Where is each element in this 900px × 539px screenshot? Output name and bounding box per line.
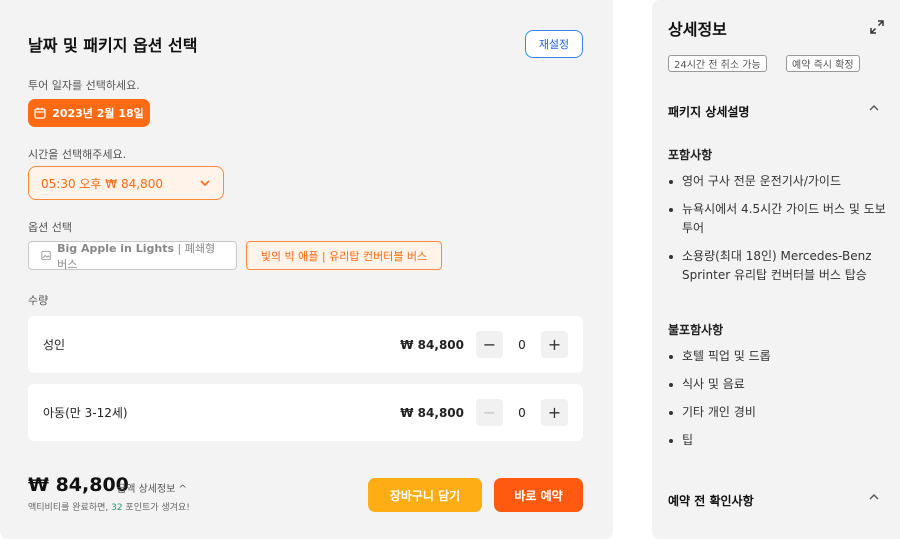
date-picker-button[interactable]: 2023년 2월 18일 — [28, 99, 150, 127]
package-heading[interactable]: 패키지 상세설명 — [668, 103, 749, 120]
points-post: 포인트가 생겨요! — [122, 503, 190, 513]
increment-button[interactable]: + — [541, 399, 568, 426]
calendar-icon — [34, 107, 46, 119]
list-item: 팁 — [668, 431, 886, 450]
option-convertible-bus[interactable]: 빛의 빅 애플 | 유리탑 컨버터블 버스 — [246, 241, 442, 270]
date-value: 2023년 2월 18일 — [52, 107, 144, 120]
increment-button[interactable]: + — [541, 331, 568, 358]
total-price: ₩ 84,800 — [28, 474, 129, 496]
decrement-button[interactable]: − — [476, 399, 503, 426]
decrement-button[interactable]: − — [476, 331, 503, 358]
list-item: 영어 구사 전문 운전기사/가이드 — [668, 172, 886, 191]
ticket-price: ₩ 84,800 — [400, 337, 464, 352]
section-title: 날짜 및 패키지 옵션 선택 — [28, 36, 198, 55]
qty-row-child: 아동(만 3-12세) ₩ 84,800 − 0 + — [28, 384, 583, 441]
list-item: 호텔 픽업 및 드롭 — [668, 347, 886, 366]
ticket-name: 성인 — [43, 338, 66, 352]
included-heading: 포함사항 — [668, 148, 713, 162]
image-icon — [41, 250, 51, 261]
tag-instant-confirm: 예약 즉시 확정 — [786, 55, 860, 72]
option-closed-bus[interactable]: Big Apple in Lights | 폐쇄형 버스 — [28, 241, 237, 271]
chevron-down-icon — [200, 180, 210, 187]
time-prompt: 시간을 선택해주세요. — [28, 148, 127, 161]
qty-value: 0 — [518, 337, 526, 352]
time-value: 05:30 오후 ₩ 84,800 — [41, 176, 163, 191]
reset-button[interactable]: 재설정 — [525, 30, 583, 58]
list-item: 식사 및 음료 — [668, 375, 886, 394]
precheck-heading[interactable]: 예약 전 확인사항 — [668, 492, 754, 509]
excluded-list: 호텔 픽업 및 드롭 식사 및 음료 기타 개인 경비 팁 — [668, 347, 886, 450]
chevron-up-icon[interactable] — [868, 102, 880, 114]
points-number: 32 — [111, 503, 123, 513]
detail-panel: 상세정보 24시간 전 취소 가능 예약 즉시 확정 패키지 상세설명 포함사항… — [652, 0, 900, 539]
expand-icon[interactable] — [870, 20, 884, 34]
list-item: 뉴욕시에서 4.5시간 가이드 버스 및 도보 투어 — [668, 200, 886, 238]
list-item: 소용량(최대 18인) Mercedes-Benz Sprinter 유리탑 컨… — [668, 247, 886, 285]
chevron-up-icon[interactable] — [868, 491, 880, 503]
points-pre: 액티비티를 완료하면, — [28, 503, 112, 513]
date-prompt: 투어 일자를 선택하세요. — [28, 79, 140, 92]
ticket-name: 아동(만 3-12세) — [43, 406, 128, 420]
excluded-heading: 불포함사항 — [668, 323, 724, 337]
tag-free-cancel: 24시간 전 취소 가능 — [668, 55, 767, 72]
qty-value: 0 — [518, 405, 526, 420]
option-prompt: 옵션 선택 — [28, 221, 72, 234]
qty-row-adult: 성인 ₩ 84,800 − 0 + — [28, 316, 583, 373]
qty-prompt: 수량 — [28, 294, 49, 307]
option-closed-bus-title: Big Apple in Lights — [57, 241, 175, 255]
time-select[interactable]: 05:30 오후 ₩ 84,800 — [28, 166, 224, 200]
add-to-cart-button[interactable]: 장바구니 담기 — [368, 478, 482, 512]
book-now-button[interactable]: 바로 예약 — [494, 478, 583, 512]
booking-panel: 날짜 및 패키지 옵션 선택 재설정 투어 일자를 선택하세요. 2023년 2… — [0, 0, 613, 539]
list-item: 기타 개인 경비 — [668, 403, 886, 422]
ticket-price: ₩ 84,800 — [400, 405, 464, 420]
detail-title: 상세정보 — [668, 20, 727, 39]
price-detail-toggle[interactable]: 금액 상세정보 ^ — [117, 480, 187, 495]
points-notice: 액티비티를 완료하면, 32 포인트가 생겨요! — [28, 500, 190, 513]
included-list: 영어 구사 전문 운전기사/가이드 뉴욕시에서 4.5시간 가이드 버스 및 도… — [668, 172, 886, 285]
